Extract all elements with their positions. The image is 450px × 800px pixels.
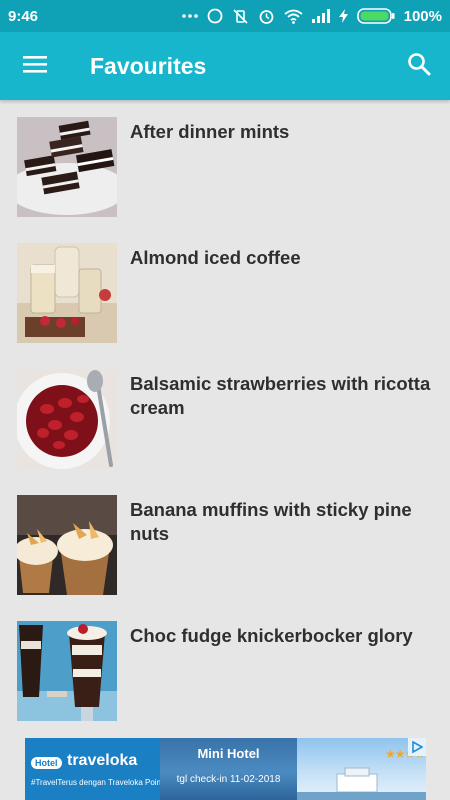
app-bar: Favourites bbox=[0, 32, 450, 100]
signal-icon bbox=[311, 9, 330, 23]
ad-banner[interactable]: Hotel traveloka #TravelTerus dengan Trav… bbox=[25, 738, 426, 800]
status-icons: 100% bbox=[181, 7, 442, 25]
battery-icon bbox=[356, 8, 395, 24]
recipe-row-choc-fudge-knickerbocker[interactable]: Choc fudge knickerbocker glory bbox=[0, 604, 450, 730]
search-icon bbox=[407, 52, 431, 81]
battery-percentage: 100% bbox=[403, 7, 442, 25]
recipe-thumbnail-image bbox=[17, 495, 117, 595]
more-dots-icon bbox=[181, 14, 198, 18]
recipe-title: Banana muffins with sticky pine nuts bbox=[130, 499, 412, 544]
recipe-title: Balsamic strawberries with ricotta cream bbox=[130, 373, 431, 418]
recipe-thumbnail-image bbox=[17, 621, 117, 721]
ad-choices-icon[interactable] bbox=[408, 738, 426, 756]
recipe-title: After dinner mints bbox=[130, 121, 290, 142]
ad-headline: Mini Hotel bbox=[197, 746, 260, 761]
menu-button[interactable] bbox=[0, 32, 70, 100]
recipe-thumbnail-image bbox=[17, 117, 117, 217]
recipe-row-almond-iced-coffee[interactable]: Almond iced coffee bbox=[0, 226, 450, 352]
ad-brand-logo: traveloka bbox=[67, 752, 138, 769]
recipe-row-balsamic-strawberries[interactable]: Balsamic strawberries with ricotta cream bbox=[0, 352, 450, 478]
hamburger-menu-icon bbox=[23, 55, 47, 78]
alarm-icon bbox=[258, 8, 275, 25]
ad-middle-panel: Mini Hotel tgl check-in 11-02-2018 bbox=[160, 738, 297, 800]
recipe-thumbnail-image bbox=[17, 369, 117, 469]
sync-circle-icon bbox=[207, 8, 223, 24]
page-title: Favourites bbox=[90, 52, 207, 79]
recipe-thumbnail-image bbox=[17, 243, 117, 343]
ad-tagline: #TravelTerus dengan Traveloka Poin bbox=[31, 778, 161, 787]
recipe-title: Almond iced coffee bbox=[130, 247, 301, 268]
recipe-row-banana-muffins[interactable]: Banana muffins with sticky pine nuts bbox=[0, 478, 450, 604]
charging-icon bbox=[338, 9, 348, 23]
wifi-icon bbox=[284, 9, 303, 24]
ad-hotel-pill: Hotel bbox=[31, 757, 62, 769]
status-bar: 9:46 100% bbox=[0, 0, 450, 32]
ad-checkin-text: tgl check-in 11-02-2018 bbox=[176, 774, 281, 785]
vibrate-off-icon bbox=[232, 8, 249, 25]
search-button[interactable] bbox=[388, 32, 450, 100]
status-time: 9:46 bbox=[8, 7, 39, 25]
ad-brand-panel: Hotel traveloka #TravelTerus dengan Trav… bbox=[25, 738, 161, 800]
recipe-title: Choc fudge knickerbocker glory bbox=[130, 625, 413, 646]
recipe-row-after-dinner-mints[interactable]: After dinner mints bbox=[0, 100, 450, 226]
